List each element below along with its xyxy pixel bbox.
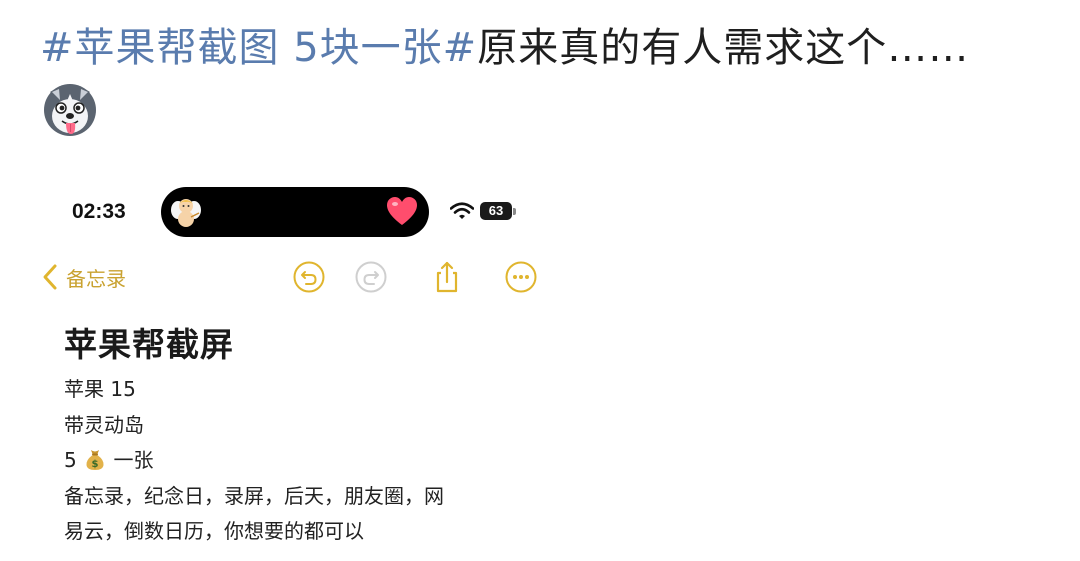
post-body: 原来真的有人需求这个…… <box>477 25 970 71</box>
note-line: 苹果 15 <box>64 377 136 401</box>
battery-indicator: 63 <box>480 202 512 220</box>
chevron-left-icon <box>43 264 57 290</box>
more-icon[interactable] <box>504 260 538 294</box>
note-line: 带灵动岛 <box>64 412 144 437</box>
dynamic-island[interactable] <box>161 187 429 237</box>
status-time: 02:33 <box>72 200 126 223</box>
hashtag-link[interactable]: #苹果帮截图 5块一张# <box>40 25 477 71</box>
wifi-icon <box>450 202 474 219</box>
svg-text:$: $ <box>92 459 99 470</box>
price-unit: 一张 <box>113 448 154 472</box>
money-bag-icon: $ <box>86 450 104 470</box>
note-body[interactable]: 苹果 15 带灵动岛 5 $ 一张 备忘录，纪念日，录屏，后天，朋友圈，网 易云… <box>64 372 444 550</box>
note-line-price: 5 $ 一张 <box>64 443 444 479</box>
price-amount: 5 <box>64 448 77 472</box>
post-text: #苹果帮截图 5块一张#原来真的有人需求这个…… <box>40 22 1050 74</box>
redo-icon[interactable] <box>354 260 388 294</box>
heart-icon <box>387 197 417 225</box>
cupid-avatar-icon <box>168 194 204 230</box>
note-line: 易云，倒数日历，你想要的都可以 <box>64 519 364 543</box>
husky-tongue-icon <box>44 84 96 136</box>
undo-icon[interactable] <box>292 260 326 294</box>
battery-tip <box>513 208 516 215</box>
back-label: 备忘录 <box>66 266 126 291</box>
share-icon[interactable] <box>430 260 464 294</box>
phone-screenshot: 02:33 63 备忘录 苹果帮截屏 苹果 15 带灵动岛 5 $ 一张 备忘录… <box>40 168 540 561</box>
note-line: 备忘录，纪念日，录屏，后天，朋友圈，网 <box>64 483 444 508</box>
back-button[interactable]: 备忘录 <box>40 260 126 294</box>
note-title: 苹果帮截屏 <box>64 325 234 364</box>
